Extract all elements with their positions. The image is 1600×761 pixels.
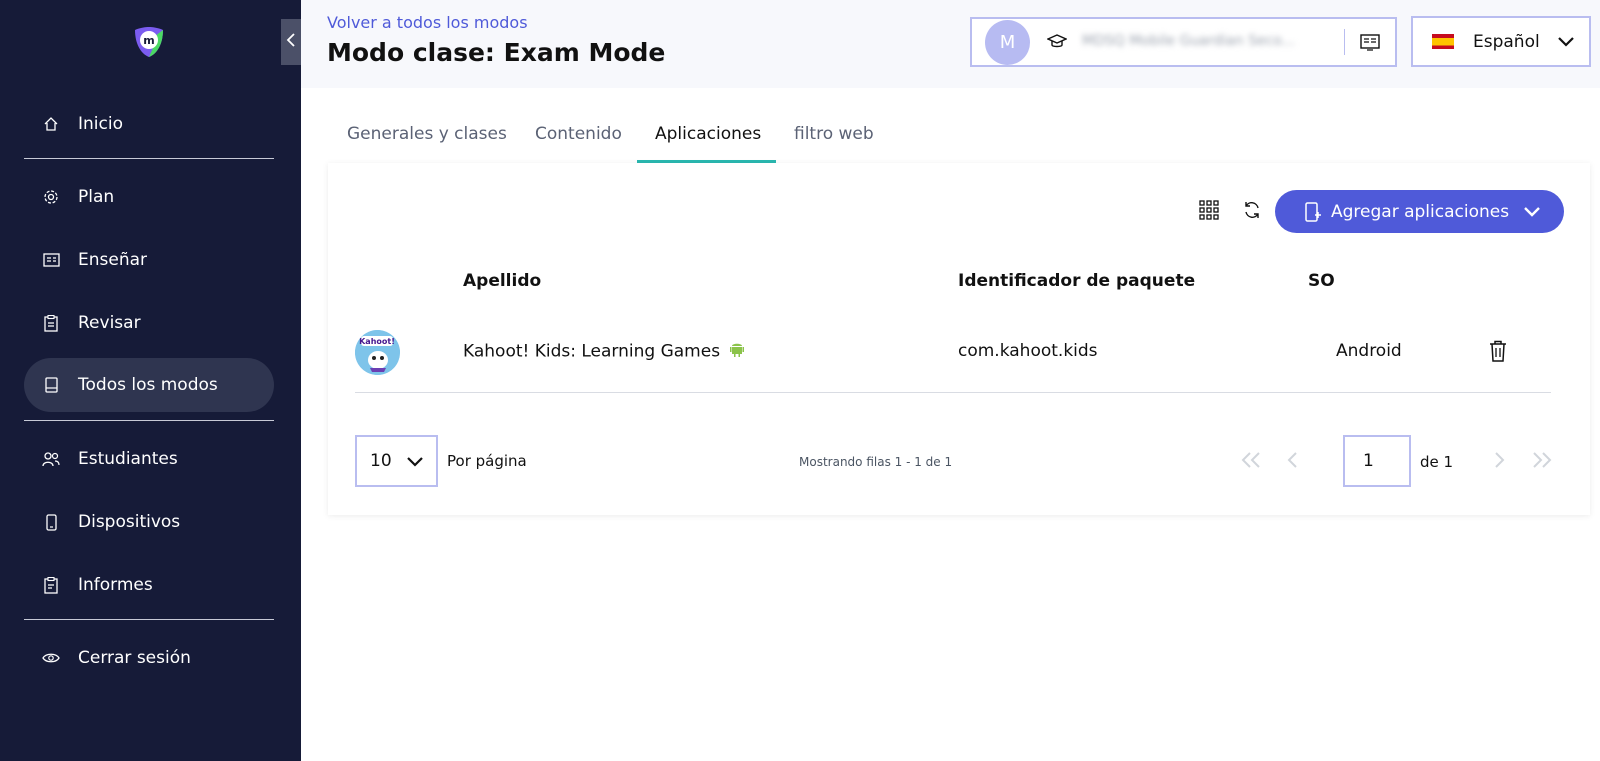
column-header-name[interactable]: Apellido	[463, 271, 541, 291]
avatar: M	[985, 19, 1030, 65]
sidebar-item-label: Estudiantes	[78, 449, 178, 469]
sidebar-item-label: Enseñar	[78, 250, 148, 270]
column-header-os[interactable]: SO	[1308, 271, 1335, 291]
sidebar-divider	[24, 619, 274, 620]
sidebar-item-label: Dispositivos	[78, 512, 181, 532]
per-page-select[interactable]: 10	[355, 435, 438, 487]
graduation-cap-icon	[1046, 32, 1068, 52]
separator	[1344, 29, 1345, 55]
page-title: Modo clase: Exam Mode	[327, 38, 666, 67]
first-page-icon[interactable]	[1240, 451, 1262, 473]
sidebar-item-label: Informes	[78, 575, 153, 595]
mobile-guardian-logo: m	[131, 24, 167, 60]
svg-text:m: m	[143, 34, 154, 47]
gear-icon	[42, 188, 60, 206]
school-selector[interactable]: M MDSQ Mobile Guardian Seco...	[970, 17, 1397, 67]
chevron-left-icon	[286, 32, 296, 52]
eye-icon	[42, 649, 60, 667]
tab-aplicaciones[interactable]: Aplicaciones	[655, 124, 761, 144]
sidebar-item-inicio[interactable]: Inicio	[24, 97, 274, 151]
sidebar: m Inicio Plan Enseñar Revisar Todos los …	[0, 0, 301, 761]
tab-generales-y-clases[interactable]: Generales y clases	[347, 124, 507, 144]
add-applications-button[interactable]: Agregar aplicaciones	[1275, 190, 1564, 233]
chevron-down-icon	[1557, 33, 1575, 52]
table-row[interactable]: Kahoot! Kids: Learning Games	[463, 341, 745, 362]
back-to-all-modes-link[interactable]: Volver a todos los modos	[327, 13, 528, 32]
add-device-icon	[1305, 201, 1321, 222]
book-icon	[42, 376, 60, 394]
package-id: com.kahoot.kids	[958, 341, 1098, 361]
rows-showing-text: Mostrando filas 1 - 1 de 1	[799, 455, 953, 469]
language-label: Español	[1473, 31, 1540, 52]
refresh-icon[interactable]	[1242, 200, 1262, 224]
sidebar-item-dispositivos[interactable]: Dispositivos	[24, 495, 274, 549]
clipboard-icon	[42, 314, 60, 332]
per-page-value: 10	[370, 451, 392, 471]
sidebar-item-label: Revisar	[78, 313, 141, 333]
sidebar-divider	[24, 158, 274, 159]
sidebar-divider	[24, 420, 274, 421]
grid-view-icon[interactable]	[1199, 200, 1219, 224]
sidebar-item-label: Plan	[78, 187, 115, 207]
phone-icon	[42, 513, 60, 531]
next-page-icon[interactable]	[1493, 451, 1507, 473]
sidebar-item-revisar[interactable]: Revisar	[24, 296, 274, 350]
page-number-input[interactable]: 1	[1343, 435, 1411, 487]
report-icon	[42, 576, 60, 594]
sidebar-item-label: Cerrar sesión	[78, 648, 191, 668]
sidebar-item-ensenar[interactable]: Enseñar	[24, 233, 274, 287]
sidebar-item-cerrar-sesion[interactable]: Cerrar sesión	[24, 631, 274, 685]
android-icon	[730, 341, 745, 362]
per-page-label: Por página	[447, 452, 527, 470]
row-divider	[355, 392, 1551, 393]
tab-filtro-web[interactable]: filtro web	[794, 124, 874, 144]
collapse-sidebar-button[interactable]	[281, 19, 301, 65]
page-total-label: de 1	[1420, 453, 1454, 471]
language-selector[interactable]: Español	[1411, 16, 1591, 67]
sidebar-item-estudiantes[interactable]: Estudiantes	[24, 432, 274, 486]
school-name: MDSQ Mobile Guardian Seco...	[1082, 33, 1295, 49]
sidebar-item-label: Inicio	[78, 114, 123, 134]
sidebar-item-label: Todos los modos	[78, 375, 218, 395]
sidebar-item-informes[interactable]: Informes	[24, 558, 274, 612]
presentation-icon[interactable]	[1359, 32, 1381, 52]
os-name: Android	[1336, 341, 1402, 361]
tab-contenido[interactable]: Contenido	[535, 124, 622, 144]
add-applications-label: Agregar aplicaciones	[1331, 201, 1510, 222]
chevron-down-icon	[1523, 206, 1541, 218]
kahoot-app-icon: Kahoot!	[355, 330, 400, 375]
trash-icon[interactable]	[1489, 340, 1507, 366]
users-icon	[42, 450, 60, 468]
last-page-icon[interactable]	[1531, 451, 1553, 473]
column-header-package[interactable]: Identificador de paquete	[958, 271, 1195, 291]
chevron-down-icon	[406, 453, 424, 473]
previous-page-icon[interactable]	[1285, 451, 1299, 473]
app-name: Kahoot! Kids: Learning Games	[463, 341, 721, 362]
svg-text:Kahoot!: Kahoot!	[359, 337, 395, 346]
home-icon	[42, 115, 60, 133]
presentation-icon	[42, 251, 60, 269]
sidebar-item-todos-los-modos[interactable]: Todos los modos	[24, 358, 274, 412]
spain-flag-icon	[1432, 34, 1454, 49]
sidebar-item-plan[interactable]: Plan	[24, 170, 274, 224]
